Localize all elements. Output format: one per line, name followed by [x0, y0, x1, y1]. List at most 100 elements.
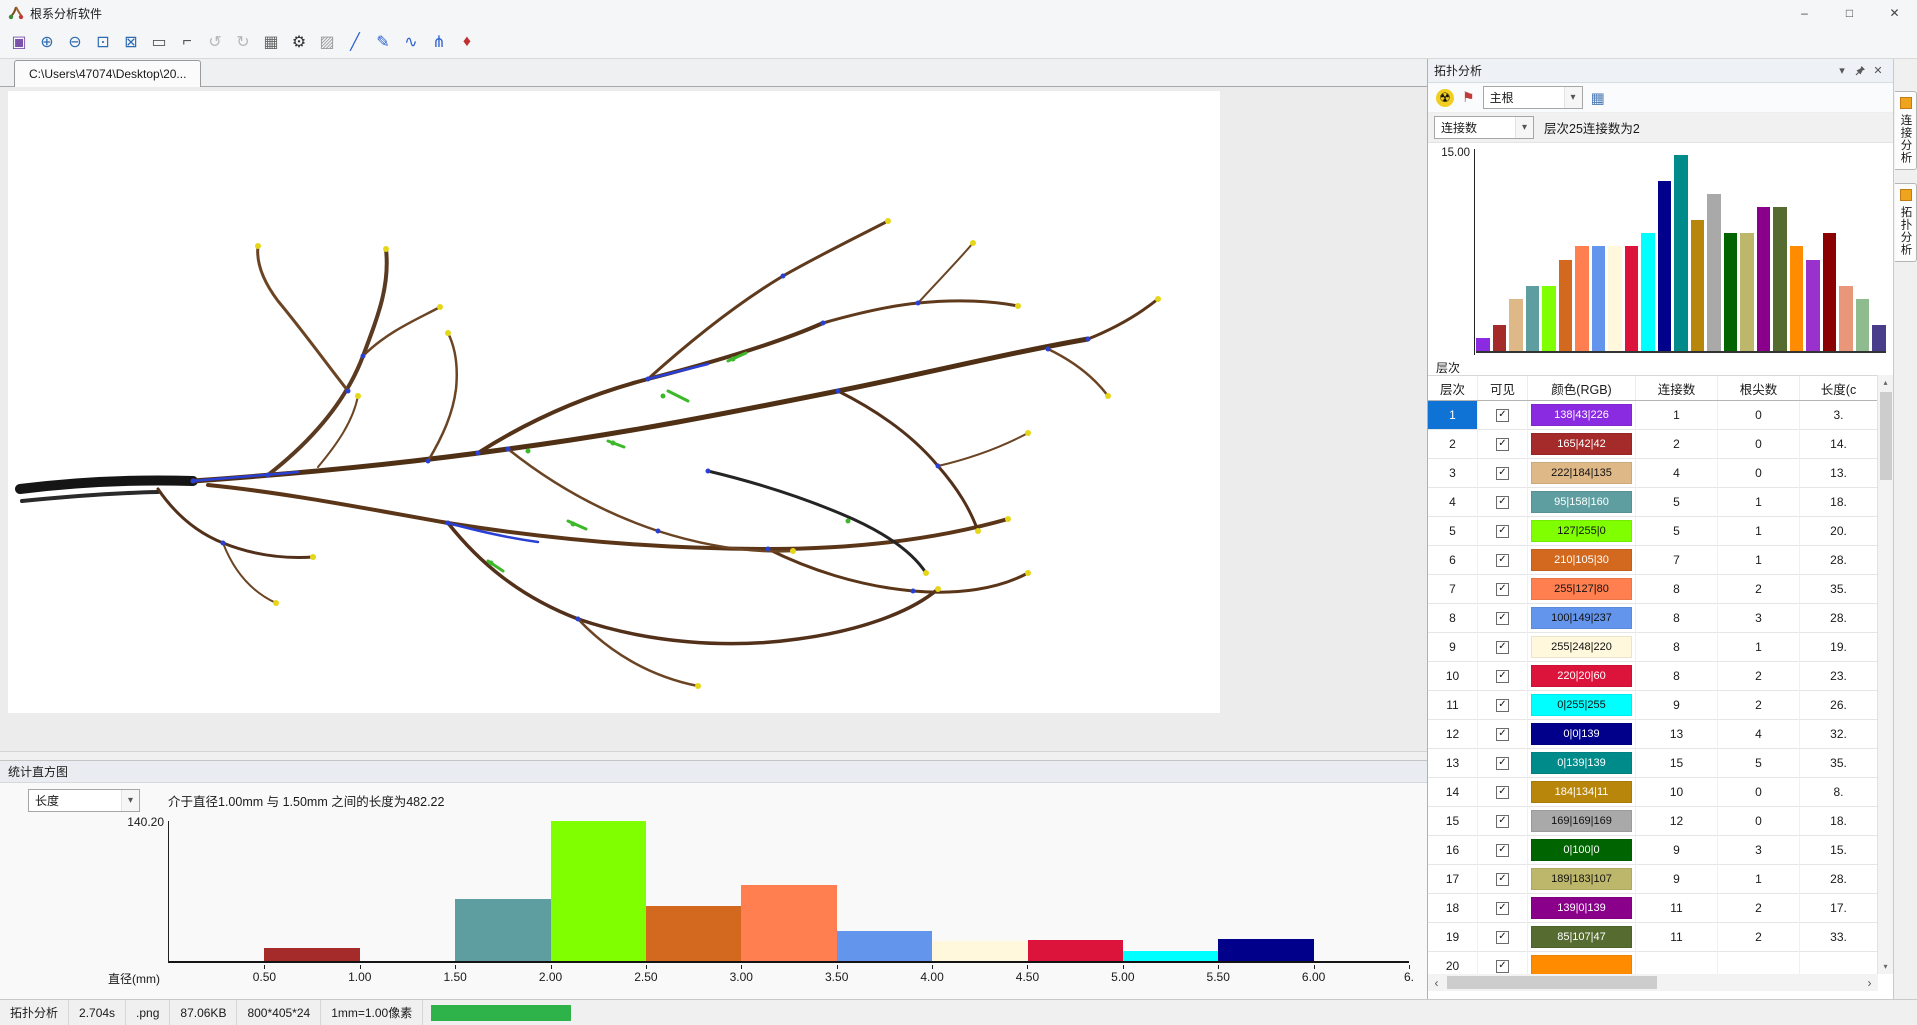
- table-vertical-scrollbar[interactable]: ▴ ▾: [1877, 375, 1893, 974]
- topology-bar-layer-23[interactable]: [1839, 286, 1853, 351]
- visible-checkbox[interactable]: ✓: [1496, 583, 1509, 596]
- maximize-button[interactable]: □: [1827, 0, 1872, 26]
- color-swatch[interactable]: 220|20|60: [1531, 665, 1632, 687]
- table-row-layer-2[interactable]: 2✓165|42|422014.: [1428, 430, 1878, 459]
- table-row-layer-19[interactable]: 19✓85|107|4711233.: [1428, 923, 1878, 952]
- column-header-3[interactable]: 颜色(RGB): [1528, 376, 1636, 400]
- table-row-layer-15[interactable]: 15✓169|169|16912018.: [1428, 807, 1878, 836]
- topology-mode-icon[interactable]: ☢: [1436, 89, 1454, 107]
- visible-checkbox[interactable]: ✓: [1496, 496, 1509, 509]
- color-swatch[interactable]: 0|255|255: [1531, 694, 1632, 716]
- settings-gear-icon[interactable]: ⚙: [286, 29, 312, 55]
- color-swatch[interactable]: 210|105|30: [1531, 549, 1632, 571]
- visible-checkbox[interactable]: ✓: [1496, 438, 1509, 451]
- topology-bar-layer-7[interactable]: [1575, 246, 1589, 351]
- topology-bar-layer-8[interactable]: [1592, 246, 1606, 351]
- color-swatch[interactable]: 189|183|107: [1531, 868, 1632, 890]
- topology-bar-layer-15[interactable]: [1707, 194, 1721, 351]
- topology-bar-layer-24[interactable]: [1856, 299, 1870, 351]
- table-row-layer-3[interactable]: 3✓222|184|1354013.: [1428, 459, 1878, 488]
- scroll-right-icon[interactable]: ›: [1861, 974, 1878, 991]
- diameter-bar-2[interactable]: [264, 948, 359, 961]
- layer-table-icon[interactable]: ▦: [1591, 89, 1605, 107]
- color-swatch[interactable]: 222|184|135: [1531, 462, 1632, 484]
- analyze-icon[interactable]: ▨: [314, 29, 340, 55]
- color-swatch[interactable]: 184|134|11: [1531, 781, 1632, 803]
- topology-bar-layer-5[interactable]: [1542, 286, 1556, 351]
- topology-bar-layer-13[interactable]: [1674, 155, 1688, 351]
- color-swatch[interactable]: 169|169|169: [1531, 810, 1632, 832]
- column-header-6[interactable]: 长度(c: [1800, 376, 1878, 400]
- table-row-layer-1[interactable]: 1✓138|43|226103.: [1428, 401, 1878, 430]
- diameter-bar-6[interactable]: [646, 906, 741, 961]
- mark-root-icon[interactable]: ⚑: [1462, 89, 1475, 106]
- visible-checkbox[interactable]: ✓: [1496, 554, 1509, 567]
- topology-bar-layer-18[interactable]: [1757, 207, 1771, 351]
- visible-checkbox[interactable]: ✓: [1496, 786, 1509, 799]
- undo-icon[interactable]: ↺: [202, 29, 228, 55]
- topology-bar-layer-2[interactable]: [1493, 325, 1507, 351]
- scroll-down-icon[interactable]: ▾: [1878, 959, 1893, 974]
- topology-bar-layer-25[interactable]: [1872, 325, 1886, 351]
- topology-bar-layer-4[interactable]: [1526, 286, 1540, 351]
- topology-bar-layer-21[interactable]: [1806, 260, 1820, 351]
- topology-bar-layer-1[interactable]: [1476, 338, 1490, 351]
- table-row-layer-5[interactable]: 5✓127|255|05120.: [1428, 517, 1878, 546]
- table-row-layer-18[interactable]: 18✓139|0|13911217.: [1428, 894, 1878, 923]
- topology-bar-layer-12[interactable]: [1658, 181, 1672, 351]
- diameter-bar-10[interactable]: [1028, 940, 1123, 961]
- panel-close-icon[interactable]: ✕: [1869, 62, 1887, 80]
- topology-bar-layer-16[interactable]: [1724, 233, 1738, 351]
- connect-root-icon[interactable]: ∿: [398, 29, 424, 55]
- edit-root-icon[interactable]: ✎: [370, 29, 396, 55]
- topology-bar-layer-3[interactable]: [1509, 299, 1523, 351]
- column-header-4[interactable]: 连接数: [1636, 376, 1718, 400]
- visible-checkbox[interactable]: ✓: [1496, 931, 1509, 944]
- pin-icon[interactable]: [1851, 62, 1869, 80]
- crop-icon[interactable]: ⌐: [174, 29, 200, 55]
- color-swatch[interactable]: 0|100|0: [1531, 839, 1632, 861]
- zoom-reset-icon[interactable]: ⊠: [118, 29, 144, 55]
- side-tab-2[interactable]: 拓扑分析: [1895, 183, 1917, 262]
- root-image[interactable]: [8, 91, 1220, 713]
- table-row-layer-20[interactable]: 20✓: [1428, 952, 1878, 974]
- select-region-icon[interactable]: ▭: [146, 29, 172, 55]
- color-swatch[interactable]: 100|149|237: [1531, 607, 1632, 629]
- root-combo[interactable]: 主根 ▾: [1483, 86, 1583, 109]
- visible-checkbox[interactable]: ✓: [1496, 815, 1509, 828]
- visible-checkbox[interactable]: ✓: [1496, 641, 1509, 654]
- minimize-button[interactable]: –: [1782, 0, 1827, 26]
- color-palette-icon[interactable]: ♦: [454, 29, 480, 55]
- pan-icon[interactable]: ▦: [258, 29, 284, 55]
- topology-bar-layer-9[interactable]: [1608, 246, 1622, 351]
- color-swatch[interactable]: [1531, 955, 1632, 974]
- topology-bar-layer-17[interactable]: [1740, 233, 1754, 351]
- visible-checkbox[interactable]: ✓: [1496, 757, 1509, 770]
- color-swatch[interactable]: 139|0|139: [1531, 897, 1632, 919]
- table-row-layer-4[interactable]: 4✓95|158|1605118.: [1428, 488, 1878, 517]
- visible-checkbox[interactable]: ✓: [1496, 612, 1509, 625]
- topology-bar-layer-10[interactable]: [1625, 246, 1639, 351]
- split-root-icon[interactable]: ⋔: [426, 29, 452, 55]
- metric-combo[interactable]: 连接数 ▾: [1434, 116, 1534, 139]
- table-row-layer-9[interactable]: 9✓255|248|2208119.: [1428, 633, 1878, 662]
- table-row-layer-6[interactable]: 6✓210|105|307128.: [1428, 546, 1878, 575]
- color-swatch[interactable]: 0|0|139: [1531, 723, 1632, 745]
- table-horizontal-scrollbar[interactable]: ‹ ›: [1428, 974, 1878, 991]
- zoom-out-icon[interactable]: ⊖: [62, 29, 88, 55]
- panel-menu-icon[interactable]: ▾: [1833, 62, 1851, 80]
- scroll-left-icon[interactable]: ‹: [1428, 974, 1445, 991]
- table-row-layer-17[interactable]: 17✓189|183|1079128.: [1428, 865, 1878, 894]
- diameter-bar-7[interactable]: [741, 885, 836, 961]
- visible-checkbox[interactable]: ✓: [1496, 873, 1509, 886]
- color-swatch[interactable]: 255|248|220: [1531, 636, 1632, 658]
- visible-checkbox[interactable]: ✓: [1496, 467, 1509, 480]
- color-swatch[interactable]: 165|42|42: [1531, 433, 1632, 455]
- color-swatch[interactable]: 127|255|0: [1531, 520, 1632, 542]
- color-swatch[interactable]: 0|139|139: [1531, 752, 1632, 774]
- topology-bar-layer-20[interactable]: [1790, 246, 1804, 351]
- diameter-bar-5[interactable]: [551, 821, 646, 961]
- column-header-1[interactable]: 层次: [1428, 376, 1478, 400]
- color-swatch[interactable]: 255|127|80: [1531, 578, 1632, 600]
- diameter-bar-9[interactable]: [932, 941, 1027, 961]
